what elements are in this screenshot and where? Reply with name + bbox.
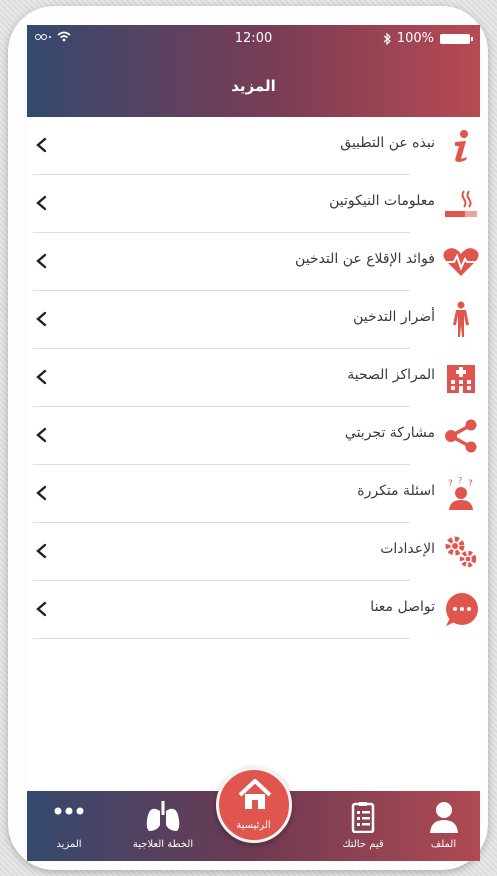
heart-pulse-icon bbox=[442, 243, 480, 281]
tab-home[interactable]: الرئيسية bbox=[215, 767, 292, 843]
chevron-left-icon bbox=[36, 543, 47, 559]
info-icon bbox=[442, 127, 480, 165]
user-icon bbox=[428, 801, 460, 837]
gears-icon bbox=[442, 533, 480, 571]
status-right: 100% bbox=[383, 31, 473, 46]
page-title: المزيد bbox=[231, 77, 276, 95]
battery-icon bbox=[440, 33, 473, 44]
chevron-left-icon bbox=[36, 311, 47, 327]
bluetooth-icon bbox=[383, 32, 391, 45]
menu-item-harms[interactable]: أضرار التدخين bbox=[27, 291, 480, 349]
menu-item-label: المراكز الصحية bbox=[347, 367, 435, 383]
menu-item-label: فوائد الإقلاع عن التدخين bbox=[295, 251, 435, 267]
menu-item-share[interactable]: مشاركة تجربتي bbox=[27, 407, 480, 465]
chevron-left-icon bbox=[36, 195, 47, 211]
clipboard-list-icon bbox=[351, 801, 375, 837]
more-dots-icon bbox=[52, 801, 86, 825]
tab-label: الرئيسية bbox=[236, 820, 271, 831]
menu-item-label: نبذه عن التطبيق bbox=[340, 135, 435, 151]
battery-percent: 100% bbox=[396, 31, 434, 46]
tab-treatment-plan[interactable]: الخطة العلاجية bbox=[119, 791, 207, 861]
question-person-icon: ??? bbox=[442, 475, 480, 513]
svg-text:?: ? bbox=[468, 479, 473, 489]
tab-label: المزيد bbox=[56, 839, 82, 850]
menu-item-faq[interactable]: اسئلة متكررة ??? bbox=[27, 465, 480, 523]
chevron-left-icon bbox=[36, 369, 47, 385]
tab-values[interactable]: قيم حالتك bbox=[323, 791, 403, 861]
chevron-left-icon bbox=[36, 137, 47, 153]
menu-item-about[interactable]: نبذه عن التطبيق bbox=[27, 117, 480, 175]
screen: 12:00 100% المزيد نبذه عن التطبيق معلوما… bbox=[27, 25, 480, 861]
menu-item-label: الإعدادات bbox=[380, 541, 435, 557]
header: 12:00 100% المزيد bbox=[27, 25, 480, 117]
svg-text:?: ? bbox=[448, 479, 453, 489]
menu-item-benefits[interactable]: فوائد الإقلاع عن التدخين bbox=[27, 233, 480, 291]
tab-label: قيم حالتك bbox=[342, 839, 384, 850]
svg-text:?: ? bbox=[458, 476, 462, 485]
status-bar: 12:00 100% bbox=[27, 25, 480, 55]
menu-item-label: اسئلة متكررة bbox=[357, 483, 435, 499]
chevron-left-icon bbox=[36, 253, 47, 269]
tab-more[interactable]: المزيد bbox=[29, 791, 109, 861]
menu-item-label: مشاركة تجربتي bbox=[344, 425, 435, 441]
home-icon bbox=[238, 779, 271, 809]
tab-label: الخطة العلاجية bbox=[132, 839, 194, 850]
menu-item-label: تواصل معنا bbox=[370, 599, 435, 615]
menu-item-contact[interactable]: تواصل معنا bbox=[27, 581, 480, 639]
menu-list: نبذه عن التطبيق معلومات النيكوتين فوائد … bbox=[27, 117, 480, 639]
chat-icon bbox=[442, 591, 480, 629]
menu-item-health-centers[interactable]: المراكز الصحية bbox=[27, 349, 480, 407]
lungs-icon bbox=[145, 801, 181, 837]
chevron-left-icon bbox=[36, 485, 47, 501]
menu-item-label: معلومات النيكوتين bbox=[329, 193, 435, 209]
share-icon bbox=[442, 417, 480, 455]
menu-item-label: أضرار التدخين bbox=[353, 309, 435, 325]
menu-item-settings[interactable]: الإعدادات bbox=[27, 523, 480, 581]
tab-bar: المزيد الخطة العلاجية الرئيسية قيم حالتك… bbox=[27, 767, 480, 861]
cigarette-icon bbox=[442, 185, 480, 223]
menu-item-nicotine[interactable]: معلومات النيكوتين bbox=[27, 175, 480, 233]
divider bbox=[33, 638, 410, 639]
chevron-left-icon bbox=[36, 601, 47, 617]
body-icon bbox=[442, 301, 480, 339]
hospital-icon bbox=[442, 359, 480, 397]
tab-label: الملف bbox=[430, 839, 457, 850]
tab-profile[interactable]: الملف bbox=[407, 791, 480, 861]
chevron-left-icon bbox=[36, 427, 47, 443]
